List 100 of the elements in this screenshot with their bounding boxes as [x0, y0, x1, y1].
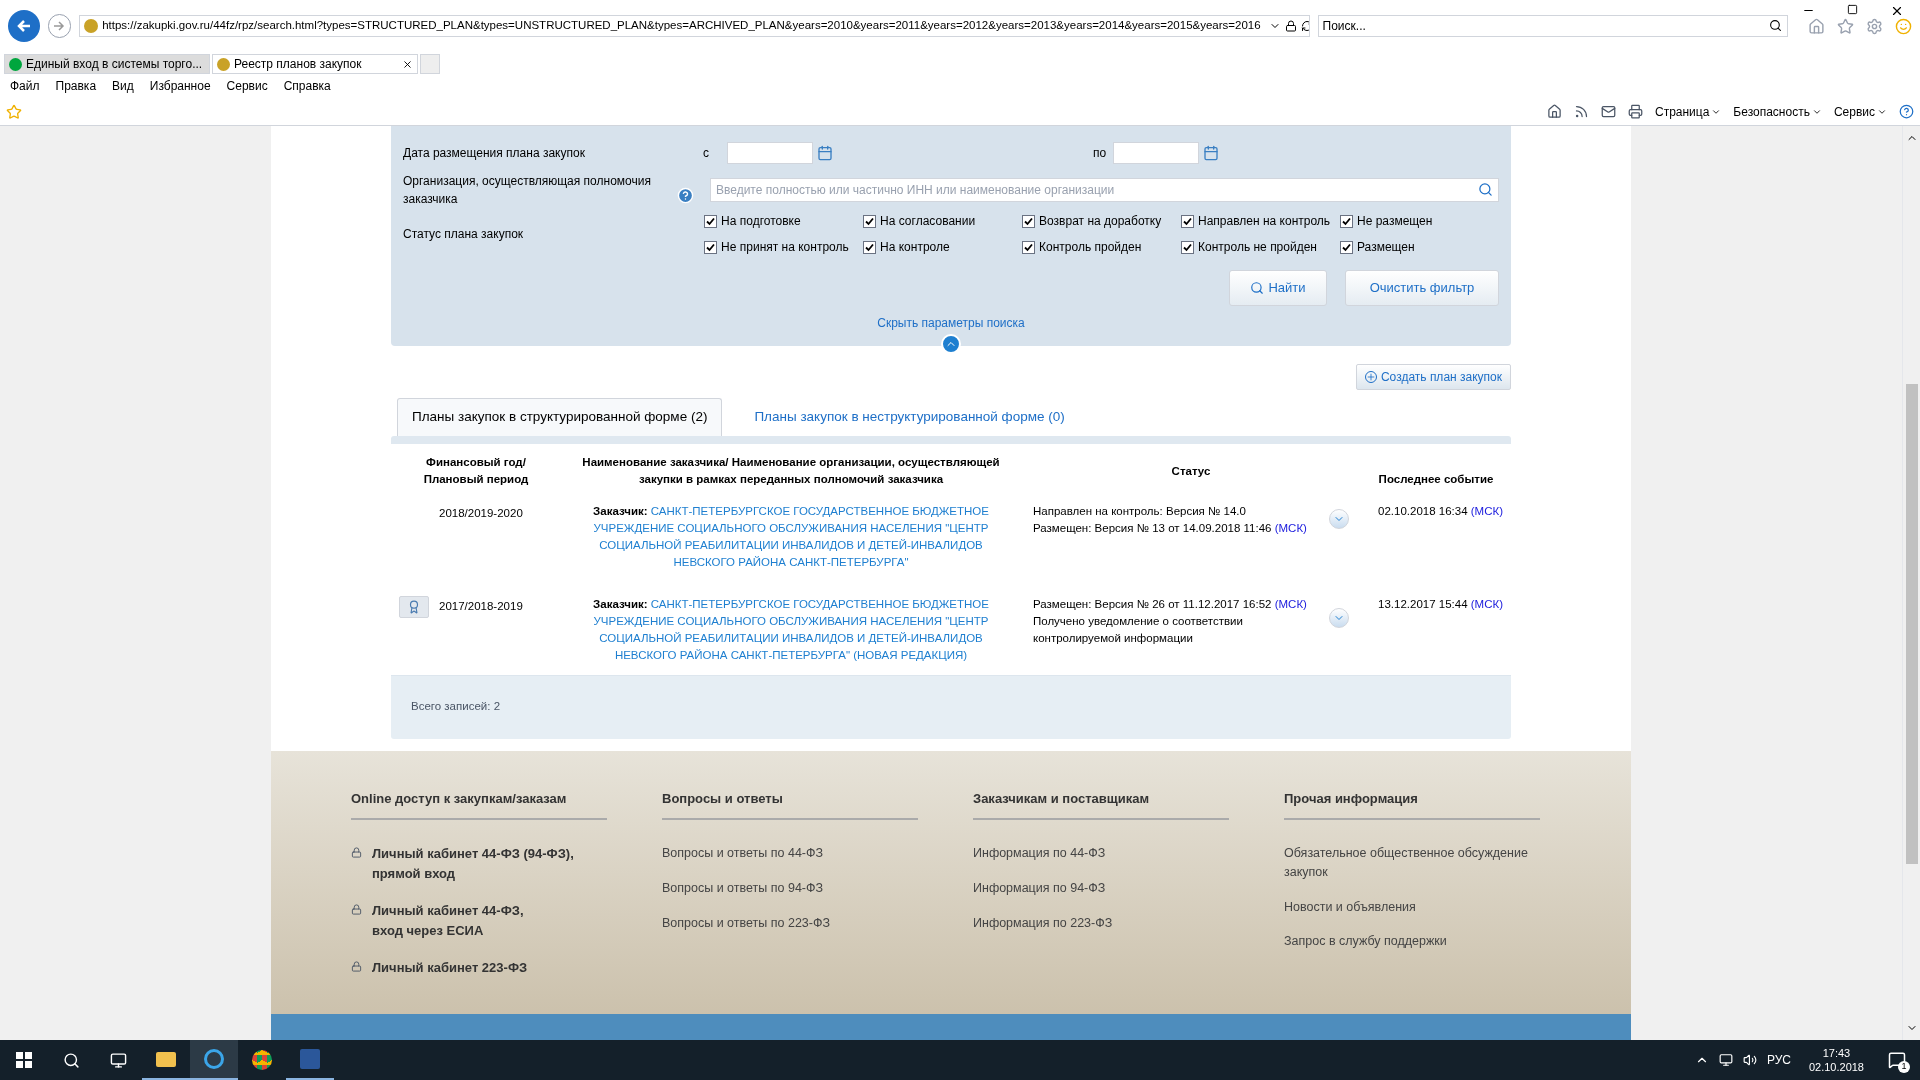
network-icon[interactable] — [1718, 1053, 1733, 1067]
settings-icon[interactable] — [1866, 17, 1883, 35]
checkbox[interactable] — [704, 240, 718, 254]
column-header: Финансовый год/ Плановый период — [422, 455, 530, 488]
home-icon[interactable] — [1546, 104, 1562, 119]
timezone-link[interactable]: (МСК) — [1470, 597, 1503, 610]
timezone-link[interactable]: (МСК) — [1470, 504, 1503, 517]
date-field[interactable] — [727, 142, 813, 164]
lock-icon — [1284, 20, 1297, 32]
checkbox[interactable] — [1181, 214, 1195, 228]
feed-icon[interactable] — [1573, 104, 1589, 119]
checkbox-label: Возврат на доработку — [1039, 213, 1162, 230]
print-icon[interactable] — [1627, 104, 1643, 119]
checkbox[interactable] — [863, 214, 877, 228]
footer-heading: Вопросы и ответы — [662, 788, 918, 820]
calendar-icon[interactable] — [817, 145, 833, 161]
timezone-link[interactable]: (МСК) — [1274, 521, 1307, 534]
clock[interactable]: 17:43 02.10.2018 — [1808, 1046, 1864, 1074]
column-header: Наименование заказчика/ Наименование организации, осуществляющей закупки в рамках переданных полномочий заказчика — [581, 455, 1001, 488]
record-count: Всего записей: 2 — [411, 699, 501, 715]
footer-link[interactable]: Вопросы и ответы по 44-ФЗ — [662, 844, 918, 863]
command-menu[interactable]: Безопасность — [1733, 102, 1822, 121]
collapse-icon[interactable] — [941, 334, 961, 354]
checkbox-label: Направлен на контроль — [1198, 213, 1331, 230]
footer-heading: Прочая информация — [1284, 788, 1540, 820]
calendar-icon[interactable] — [1203, 145, 1219, 161]
checkbox-label: Размещен — [1357, 239, 1415, 256]
field-label: по — [1093, 145, 1108, 162]
browser-tab[interactable]: Единый вход в системы торго... — [4, 54, 210, 74]
checkbox-label: Контроль пройден — [1039, 239, 1142, 256]
scrollbar[interactable] — [1902, 126, 1920, 1040]
footer-link[interactable]: Информация по 44-ФЗ — [973, 844, 1229, 863]
site-icon — [9, 57, 22, 71]
hide-search-link[interactable]: Скрыть параметры поиска — [877, 314, 1025, 332]
plan-tab[interactable]: Планы закупок в неструктурированной форме (0) — [740, 398, 1079, 436]
checkbox[interactable] — [1022, 214, 1036, 228]
footer-link[interactable]: Обязательное общественное обсуждение закупок — [1284, 844, 1540, 882]
timezone-link[interactable]: (МСК) — [1274, 597, 1307, 610]
search-icon[interactable] — [63, 1051, 80, 1069]
table-cell-text: 13.12.2017 15:44 (МСК) — [1377, 596, 1504, 612]
restore-icon[interactable] — [1847, 4, 1858, 15]
address-bar[interactable]: https://zakupki.gov.ru/44fz/rpz/search.html?types=STRUCTURED_PLAN&types=UNSTRUCTURED_PLAN&types=ARCHIVED_PLAN&years=2010&years=2011&years=2012&years=2013&years=2014&years=2015&years=2016 — [79, 15, 1310, 37]
menu-item[interactable]: Справка — [283, 77, 331, 95]
checkbox[interactable] — [1340, 240, 1353, 254]
lock-icon — [351, 961, 362, 972]
footer-link[interactable]: Вопросы и ответы по 223-ФЗ — [662, 913, 918, 933]
refresh-icon[interactable] — [1300, 20, 1309, 32]
menu-item[interactable]: Сервис — [226, 77, 268, 95]
footer-link[interactable]: Информация по 94-ФЗ — [973, 878, 1229, 898]
checkbox[interactable] — [704, 214, 718, 228]
volume-icon[interactable] — [1742, 1053, 1757, 1067]
search-field[interactable]: Поиск... — [1317, 15, 1788, 37]
checkbox-label: Не размещен — [1357, 213, 1433, 230]
command-menu[interactable]: Сервис — [1833, 102, 1887, 121]
menu-item[interactable]: Избранное — [149, 77, 211, 95]
menu-item[interactable]: Правка — [55, 77, 97, 95]
mail-icon[interactable] — [1600, 104, 1616, 119]
checkbox-label: На подготовке — [721, 213, 801, 230]
cabinet-link[interactable]: Личный кабинет 44-ФЗ, вход через ЕСИА — [372, 901, 524, 940]
notification-count: 1 — [1898, 1061, 1910, 1073]
find-button[interactable]: Найти — [1229, 270, 1327, 306]
field-label: Организация, осуществляющая полномочия заказчика — [403, 173, 652, 208]
arrow-icon — [15, 18, 32, 34]
language-indicator[interactable]: РУС — [1766, 1051, 1791, 1069]
back-button[interactable] — [8, 10, 40, 42]
date-field[interactable] — [1113, 142, 1199, 164]
checkbox[interactable] — [1022, 240, 1036, 254]
plan-tab[interactable]: Планы закупок в структурированной форме (2) — [397, 398, 723, 436]
task-view-icon[interactable] — [110, 1051, 127, 1069]
checkbox[interactable] — [863, 240, 877, 254]
footer-link[interactable]: Новости и объявления — [1284, 897, 1540, 917]
create-plan-button[interactable]: Создать план закупок — [1355, 364, 1511, 390]
clear-filter-button[interactable]: Очистить фильтр — [1345, 270, 1499, 306]
footer-link[interactable]: Запрос в службу поддержки — [1284, 932, 1540, 951]
footer-link[interactable]: Информация по 223-ФЗ — [973, 913, 1229, 933]
close-icon[interactable] — [1890, 4, 1904, 18]
menu-item[interactable]: Вид — [112, 77, 134, 95]
organization-search-field[interactable]: Введите полностью или частично ИНН или наименование организации — [710, 178, 1499, 202]
lock-icon — [351, 904, 362, 915]
footer-heading: Online доступ к закупкам/заказам — [351, 788, 607, 820]
browser-tab[interactable]: Реестр планов закупок — [212, 54, 418, 74]
search-icon — [1769, 19, 1782, 32]
close-tab-icon[interactable] — [402, 58, 413, 70]
lock-icon — [351, 847, 362, 858]
emblem-icon — [84, 19, 99, 33]
checkbox-label: На контроле — [880, 239, 950, 256]
table-cell-text: 2018/2019-2020 — [439, 505, 523, 521]
checkbox[interactable] — [1181, 240, 1195, 254]
help-icon[interactable] — [1899, 104, 1914, 119]
menu-item[interactable]: Файл — [10, 77, 40, 95]
footer-link[interactable]: Вопросы и ответы по 94-ФЗ — [662, 878, 918, 898]
cabinet-link[interactable]: Личный кабинет 223-ФЗ — [372, 958, 528, 978]
customer-text: Заказчик: САНКТ-ПЕТЕРБУРГСКОЕ ГОСУДАРСТВЕННОЕ БЮДЖЕТНОЕ УЧРЕЖДЕНИЕ СОЦИАЛЬНОГО ОБСЛУЖИВАНИЯ НАСЕЛЕНИЯ "ЦЕНТР СОЦИАЛЬНОЙ РЕАБИЛИТАЦИИ ИНВАЛИДОВ И ДЕТЕЙ-ИНВАЛИДОВ НЕВСКОГО РАЙОНА САНКТ-ПЕТЕРБУРГА" (НОВАЯ РЕДАКЦИЯ) — [592, 596, 990, 664]
checkbox-label: На согласовании — [880, 213, 976, 230]
checkbox[interactable] — [1340, 214, 1353, 228]
cabinet-link[interactable]: Личный кабинет 44-ФЗ (94-ФЗ), прямой вход — [372, 844, 574, 883]
command-menu[interactable]: Страница — [1654, 102, 1722, 121]
award-badge-icon[interactable] — [399, 595, 429, 618]
status-text: Получено уведомление о соответствии контролируемой информации — [1033, 613, 1244, 646]
field-label: Дата размещения плана закупок — [403, 145, 586, 162]
